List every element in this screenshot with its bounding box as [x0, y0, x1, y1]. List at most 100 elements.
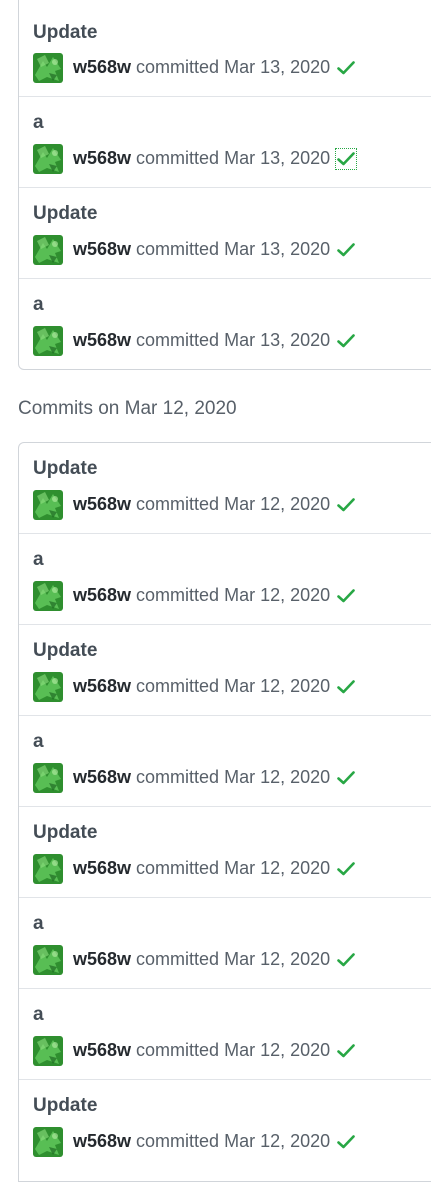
commit-date: Mar 12, 2020 [224, 1131, 331, 1151]
author-link[interactable]: w568w [73, 1131, 131, 1152]
commit-row: a w568w committed Mar 12, 2020 [19, 716, 431, 807]
check-icon[interactable] [336, 495, 356, 515]
check-icon[interactable] [336, 950, 356, 970]
commit-meta: w568w committed Mar 13, 2020 [33, 325, 356, 356]
commit-date: Mar 12, 2020 [224, 585, 331, 605]
author-avatar[interactable] [33, 234, 63, 265]
commit-date: Mar 13, 2020 [224, 239, 331, 259]
check-icon-glyph [337, 151, 355, 165]
commit-meta: w568w committed Mar 12, 2020 [33, 944, 356, 975]
check-icon-glyph [337, 679, 355, 693]
author-link[interactable]: w568w [73, 767, 131, 788]
author-avatar[interactable] [33, 1035, 63, 1066]
check-icon-glyph [337, 497, 355, 511]
author-avatar[interactable] [33, 762, 63, 793]
check-icon[interactable] [336, 677, 356, 697]
author-link[interactable]: w568w [73, 239, 131, 260]
author-link[interactable]: w568w [73, 676, 131, 697]
author-avatar[interactable] [33, 580, 63, 611]
commit-title-link[interactable]: Update [33, 457, 97, 481]
commit-row: Update w568w committed Mar 13, 2020 [19, 0, 431, 97]
author-link[interactable]: w568w [73, 57, 131, 78]
commit-verb: committed [136, 148, 220, 168]
commit-title-link[interactable]: a [33, 1003, 44, 1027]
check-icon-glyph [337, 242, 355, 256]
author-link[interactable]: w568w [73, 148, 131, 169]
commit-verb: committed [136, 330, 220, 350]
author-avatar[interactable] [33, 944, 63, 975]
commit-meta: w568w committed Mar 13, 2020 [33, 234, 356, 265]
check-icon-glyph [337, 770, 355, 784]
commit-date: Mar 13, 2020 [224, 330, 331, 350]
commit-meta: w568w committed Mar 12, 2020 [33, 580, 356, 611]
author-link[interactable]: w568w [73, 949, 131, 970]
commit-group-heading: Commits on Mar 12, 2020 [18, 398, 237, 419]
author-avatar[interactable] [33, 52, 63, 83]
commit-date: Mar 13, 2020 [224, 57, 331, 77]
author-avatar[interactable] [33, 143, 63, 174]
check-icon[interactable] [336, 859, 356, 879]
commit-row: a w568w committed Mar 13, 2020 [19, 279, 431, 370]
check-icon-glyph [337, 1134, 355, 1148]
commit-date: Mar 12, 2020 [224, 767, 331, 787]
author-avatar[interactable] [33, 489, 63, 520]
check-icon[interactable] [336, 768, 356, 788]
check-icon[interactable] [336, 586, 356, 606]
check-icon-glyph [337, 861, 355, 875]
commit-meta: w568w committed Mar 12, 2020 [33, 853, 356, 884]
commit-meta: w568w committed Mar 12, 2020 [33, 1035, 356, 1066]
check-icon[interactable] [336, 1132, 356, 1152]
commit-title-link[interactable]: a [33, 912, 44, 936]
commit-title-link[interactable]: a [33, 730, 44, 754]
author-avatar[interactable] [33, 853, 63, 884]
check-icon-glyph [337, 60, 355, 74]
commit-verb: committed [136, 585, 220, 605]
commit-row: a w568w committed Mar 13, 2020 [19, 97, 431, 188]
commit-date: Mar 13, 2020 [224, 148, 331, 168]
commit-title-link[interactable]: Update [33, 639, 97, 663]
author-link[interactable]: w568w [73, 494, 131, 515]
commit-date: Mar 12, 2020 [224, 676, 331, 696]
commit-meta: w568w committed Mar 12, 2020 [33, 1126, 356, 1157]
author-avatar[interactable] [33, 1126, 63, 1157]
commit-row: Update w568w committed Mar 13, 2020 [19, 188, 431, 279]
commit-row: a w568w committed Mar 12, 2020 [19, 898, 431, 989]
commit-row: Update w568w committed Mar 12, 2020 [19, 807, 431, 898]
check-icon[interactable] [335, 147, 358, 170]
commit-title-link[interactable]: a [33, 293, 44, 317]
check-icon-glyph [337, 588, 355, 602]
commit-date: Mar 12, 2020 [224, 949, 331, 969]
commit-group-mar-12: Update w568w committed Mar 12, 2020 a w5… [18, 442, 431, 1182]
commit-title-link[interactable]: a [33, 111, 44, 135]
commit-meta: w568w committed Mar 13, 2020 [33, 143, 358, 174]
commit-verb: committed [136, 494, 220, 514]
check-icon-glyph [337, 333, 355, 347]
commit-row: a w568w committed Mar 12, 2020 [19, 534, 431, 625]
check-icon[interactable] [336, 331, 356, 351]
commit-verb: committed [136, 57, 220, 77]
commit-verb: committed [136, 1040, 220, 1060]
commit-title-link[interactable]: Update [33, 1094, 97, 1118]
commit-title-link[interactable]: Update [33, 821, 97, 845]
author-avatar[interactable] [33, 671, 63, 702]
commit-date: Mar 12, 2020 [224, 858, 331, 878]
author-avatar[interactable] [33, 325, 63, 356]
commit-verb: committed [136, 676, 220, 696]
author-link[interactable]: w568w [73, 330, 131, 351]
commit-title-link[interactable]: a [33, 548, 44, 572]
check-icon[interactable] [336, 240, 356, 260]
commit-verb: committed [136, 858, 220, 878]
commit-verb: committed [136, 239, 220, 259]
commit-date: Mar 12, 2020 [224, 494, 331, 514]
author-link[interactable]: w568w [73, 1040, 131, 1061]
check-icon[interactable] [336, 1041, 356, 1061]
commit-title-link[interactable]: Update [33, 202, 97, 226]
commit-verb: committed [136, 949, 220, 969]
author-link[interactable]: w568w [73, 858, 131, 879]
check-icon[interactable] [336, 58, 356, 78]
commit-meta: w568w committed Mar 12, 2020 [33, 762, 356, 793]
author-link[interactable]: w568w [73, 585, 131, 606]
commit-row: a w568w committed Mar 12, 2020 [19, 989, 431, 1080]
commit-title-link[interactable]: Update [33, 21, 97, 45]
commit-row: Update w568w committed Mar 12, 2020 [19, 1080, 431, 1171]
